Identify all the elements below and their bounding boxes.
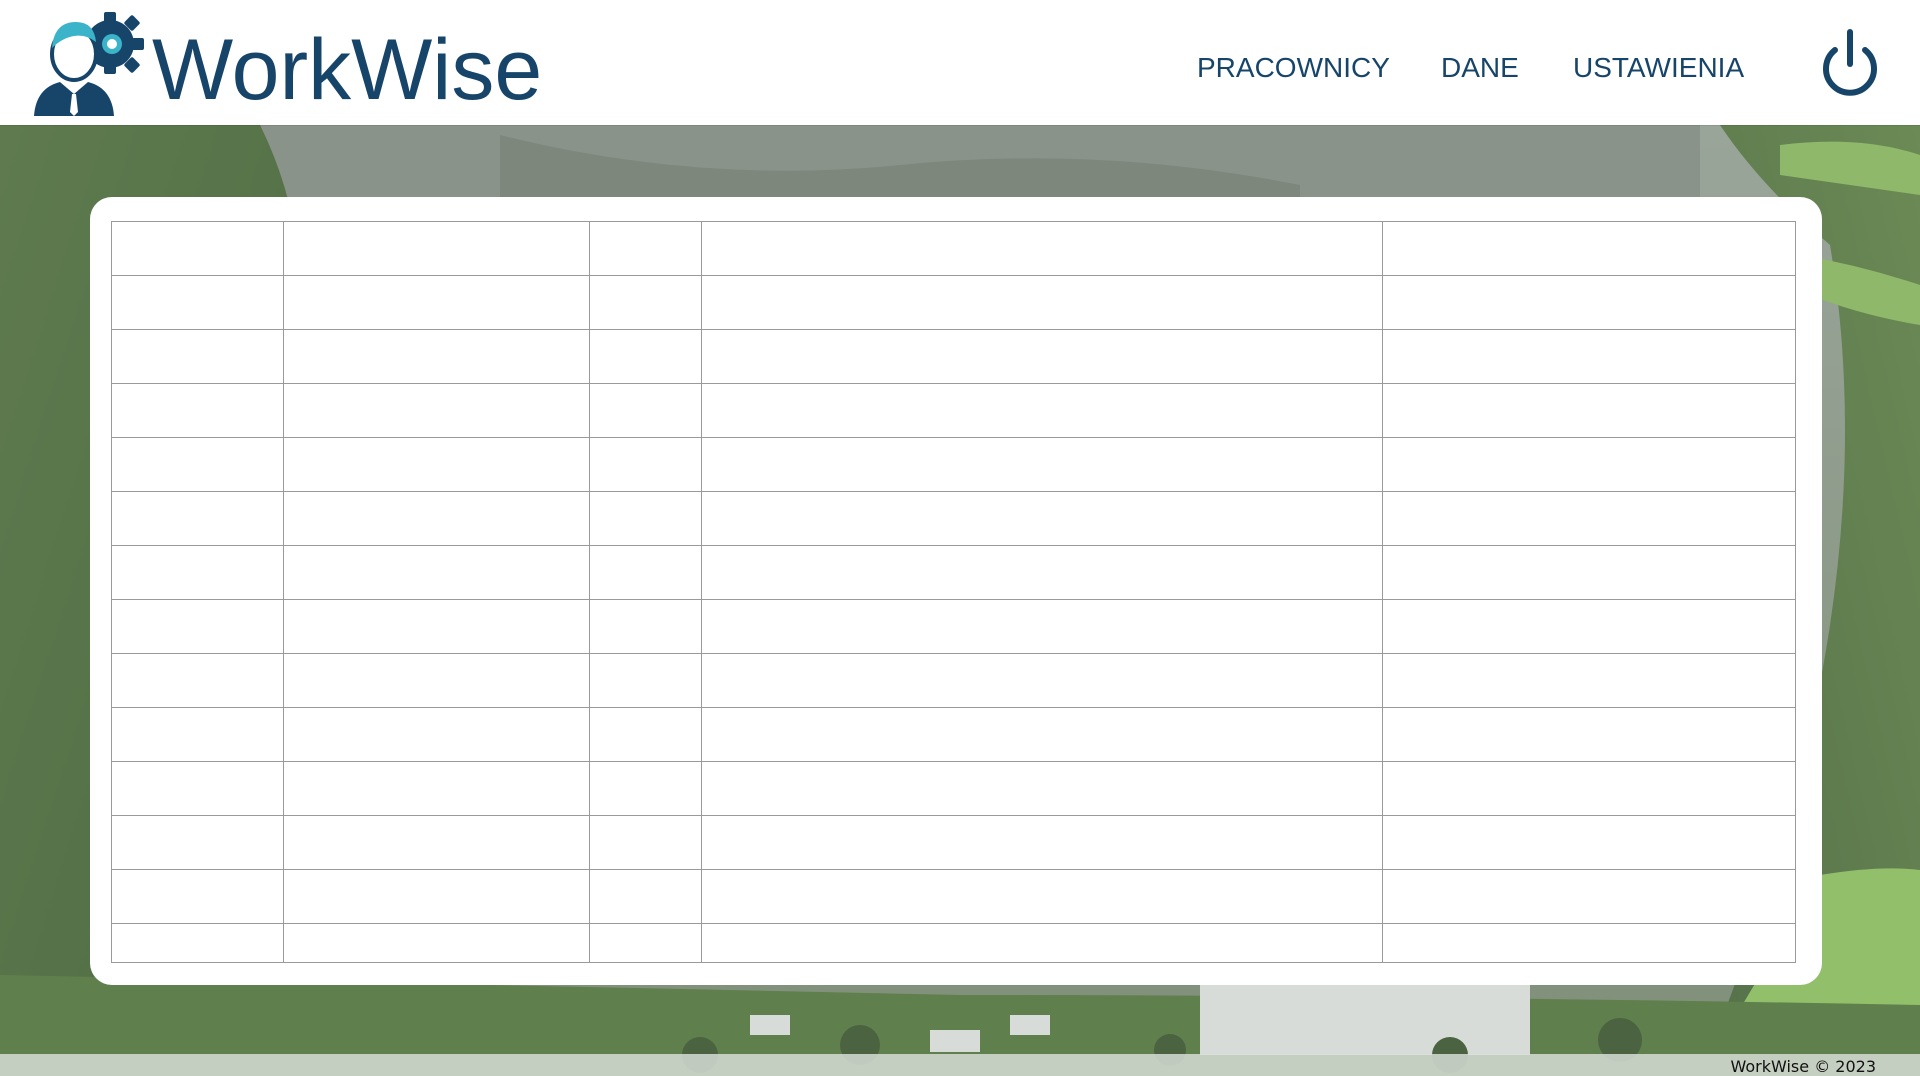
table-cell — [111, 545, 284, 600]
table-cell — [589, 221, 702, 276]
table-cell — [111, 869, 284, 924]
table-cell — [111, 491, 284, 546]
table-cell — [701, 437, 1383, 492]
table-cell — [701, 275, 1383, 330]
table-cell — [111, 275, 284, 330]
table-cell — [283, 599, 590, 654]
table-cell — [589, 869, 702, 924]
table-cell — [111, 923, 284, 963]
nav-item-pracownicy[interactable]: PRACOWNICY — [1197, 52, 1390, 84]
table-cell — [589, 437, 702, 492]
table-row — [111, 653, 1796, 708]
table-cell — [1382, 923, 1796, 963]
table-cell — [589, 491, 702, 546]
table-cell — [589, 815, 702, 870]
table-cell — [111, 437, 284, 492]
table-row — [111, 383, 1796, 438]
table-cell — [701, 761, 1383, 816]
table-cell — [283, 221, 590, 276]
table-cell — [701, 491, 1383, 546]
table-cell — [701, 653, 1383, 708]
table-cell — [111, 383, 284, 438]
table-cell — [589, 923, 702, 963]
table-cell — [111, 599, 284, 654]
table-cell — [589, 599, 702, 654]
table-cell — [1382, 707, 1796, 762]
table-row — [111, 761, 1796, 816]
table-cell — [1382, 761, 1796, 816]
table-cell — [701, 329, 1383, 384]
table-cell — [111, 329, 284, 384]
table-row — [111, 815, 1796, 870]
table-row — [111, 275, 1796, 330]
table-row — [111, 221, 1796, 276]
table-cell — [283, 329, 590, 384]
table-cell — [701, 815, 1383, 870]
table-cell — [283, 707, 590, 762]
table-cell — [283, 545, 590, 600]
table-cell — [283, 815, 590, 870]
table-cell — [701, 869, 1383, 924]
table-cell — [589, 383, 702, 438]
table-row — [111, 437, 1796, 492]
table-cell — [1382, 275, 1796, 330]
table-row — [111, 329, 1796, 384]
table-cell — [283, 869, 590, 924]
table-row — [111, 545, 1796, 600]
table-cell — [701, 923, 1383, 963]
table-row — [111, 599, 1796, 654]
table-row — [111, 923, 1796, 963]
table-cell — [283, 653, 590, 708]
table-row — [111, 869, 1796, 924]
table-cell — [283, 275, 590, 330]
data-table — [111, 221, 1796, 963]
main-nav: PRACOWNICY DANE USTAWIENIA — [0, 52, 1920, 92]
table-cell — [283, 761, 590, 816]
nav-item-dane[interactable]: DANE — [1441, 52, 1519, 84]
table-cell — [1382, 329, 1796, 384]
footer: WorkWise © 2023 — [0, 1054, 1920, 1076]
table-cell — [1382, 599, 1796, 654]
data-card — [90, 197, 1822, 985]
top-header: WorkWise PRACOWNICY DANE USTAWIENIA — [0, 0, 1920, 125]
table-cell — [701, 221, 1383, 276]
footer-copyright: WorkWise © 2023 — [1730, 1057, 1877, 1076]
table-cell — [589, 761, 702, 816]
nav-item-ustawienia[interactable]: USTAWIENIA — [1573, 52, 1744, 84]
table-row — [111, 707, 1796, 762]
table-cell — [1382, 491, 1796, 546]
table-cell — [701, 545, 1383, 600]
table-cell — [589, 707, 702, 762]
table-cell — [1382, 869, 1796, 924]
table-cell — [701, 707, 1383, 762]
table-cell — [111, 653, 284, 708]
table-cell — [589, 329, 702, 384]
table-cell — [1382, 383, 1796, 438]
table-cell — [283, 437, 590, 492]
table-row — [111, 491, 1796, 546]
table-cell — [1382, 437, 1796, 492]
table-cell — [111, 707, 284, 762]
table-cell — [1382, 815, 1796, 870]
table-cell — [589, 653, 702, 708]
table-cell — [589, 545, 702, 600]
table-cell — [701, 383, 1383, 438]
table-cell — [589, 275, 702, 330]
table-cell — [111, 221, 284, 276]
table-cell — [283, 923, 590, 963]
table-cell — [701, 599, 1383, 654]
table-cell — [1382, 653, 1796, 708]
table-cell — [283, 491, 590, 546]
table-cell — [283, 383, 590, 438]
table-cell — [111, 761, 284, 816]
table-cell — [1382, 545, 1796, 600]
table-cell — [1382, 221, 1796, 276]
table-cell — [111, 815, 284, 870]
power-icon[interactable] — [1818, 28, 1882, 98]
